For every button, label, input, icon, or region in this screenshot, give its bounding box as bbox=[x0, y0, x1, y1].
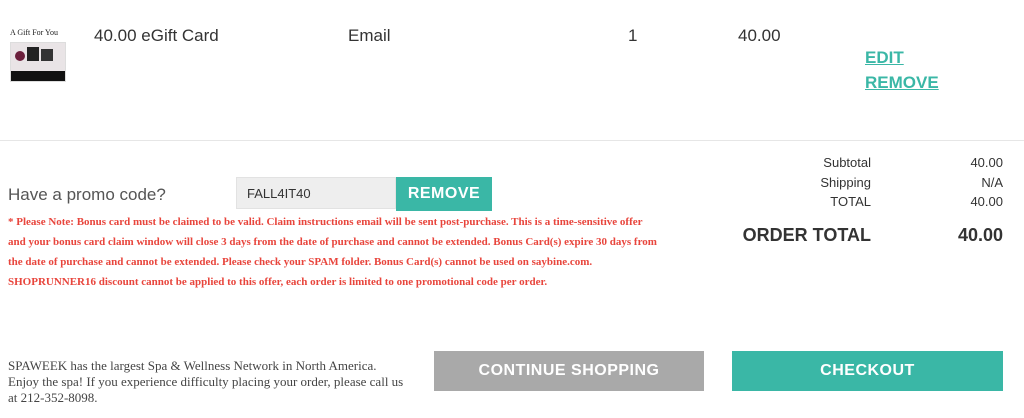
remove-promo-button[interactable]: REMOVE bbox=[396, 177, 492, 211]
section-divider bbox=[0, 140, 1024, 141]
item-delivery-method: Email bbox=[348, 26, 391, 45]
remove-item-link[interactable]: REMOVE bbox=[865, 73, 939, 93]
edit-item-link[interactable]: EDIT bbox=[865, 48, 904, 68]
item-quantity: 1 bbox=[628, 26, 638, 45]
order-total-label: ORDER TOTAL bbox=[742, 225, 871, 245]
flower-graphic bbox=[15, 51, 25, 61]
continue-shopping-button[interactable]: CONTINUE SHOPPING bbox=[434, 351, 704, 391]
total-label: TOTAL bbox=[830, 194, 871, 209]
thumbnail-caption: A Gift For You bbox=[10, 28, 59, 37]
product-box-graphic-2 bbox=[41, 49, 53, 61]
shipping-label: Shipping bbox=[820, 175, 871, 190]
promo-code-label: Have a promo code? bbox=[8, 185, 166, 204]
footer-info-text: SPAWEEK has the largest Spa & Wellness N… bbox=[8, 358, 404, 405]
item-name: 40.00 eGift Card bbox=[94, 26, 219, 45]
gift-card-thumbnail: A Gift For You bbox=[8, 28, 66, 84]
order-total-value: 40.00 bbox=[957, 225, 1003, 245]
product-box-graphic bbox=[27, 47, 39, 61]
promo-note: * Please Note: Bonus card must be claime… bbox=[8, 216, 657, 288]
item-price: 40.00 bbox=[738, 26, 781, 45]
total-value: 40.00 bbox=[970, 194, 1003, 209]
shipping-value: N/A bbox=[981, 175, 1003, 190]
checkout-button[interactable]: CHECKOUT bbox=[732, 351, 1003, 391]
promo-code-input[interactable] bbox=[236, 177, 396, 209]
card-footer-strip bbox=[11, 71, 65, 81]
subtotal-label: Subtotal bbox=[823, 155, 871, 170]
gift-card-image bbox=[10, 42, 66, 82]
subtotal-value: 40.00 bbox=[970, 155, 1003, 170]
